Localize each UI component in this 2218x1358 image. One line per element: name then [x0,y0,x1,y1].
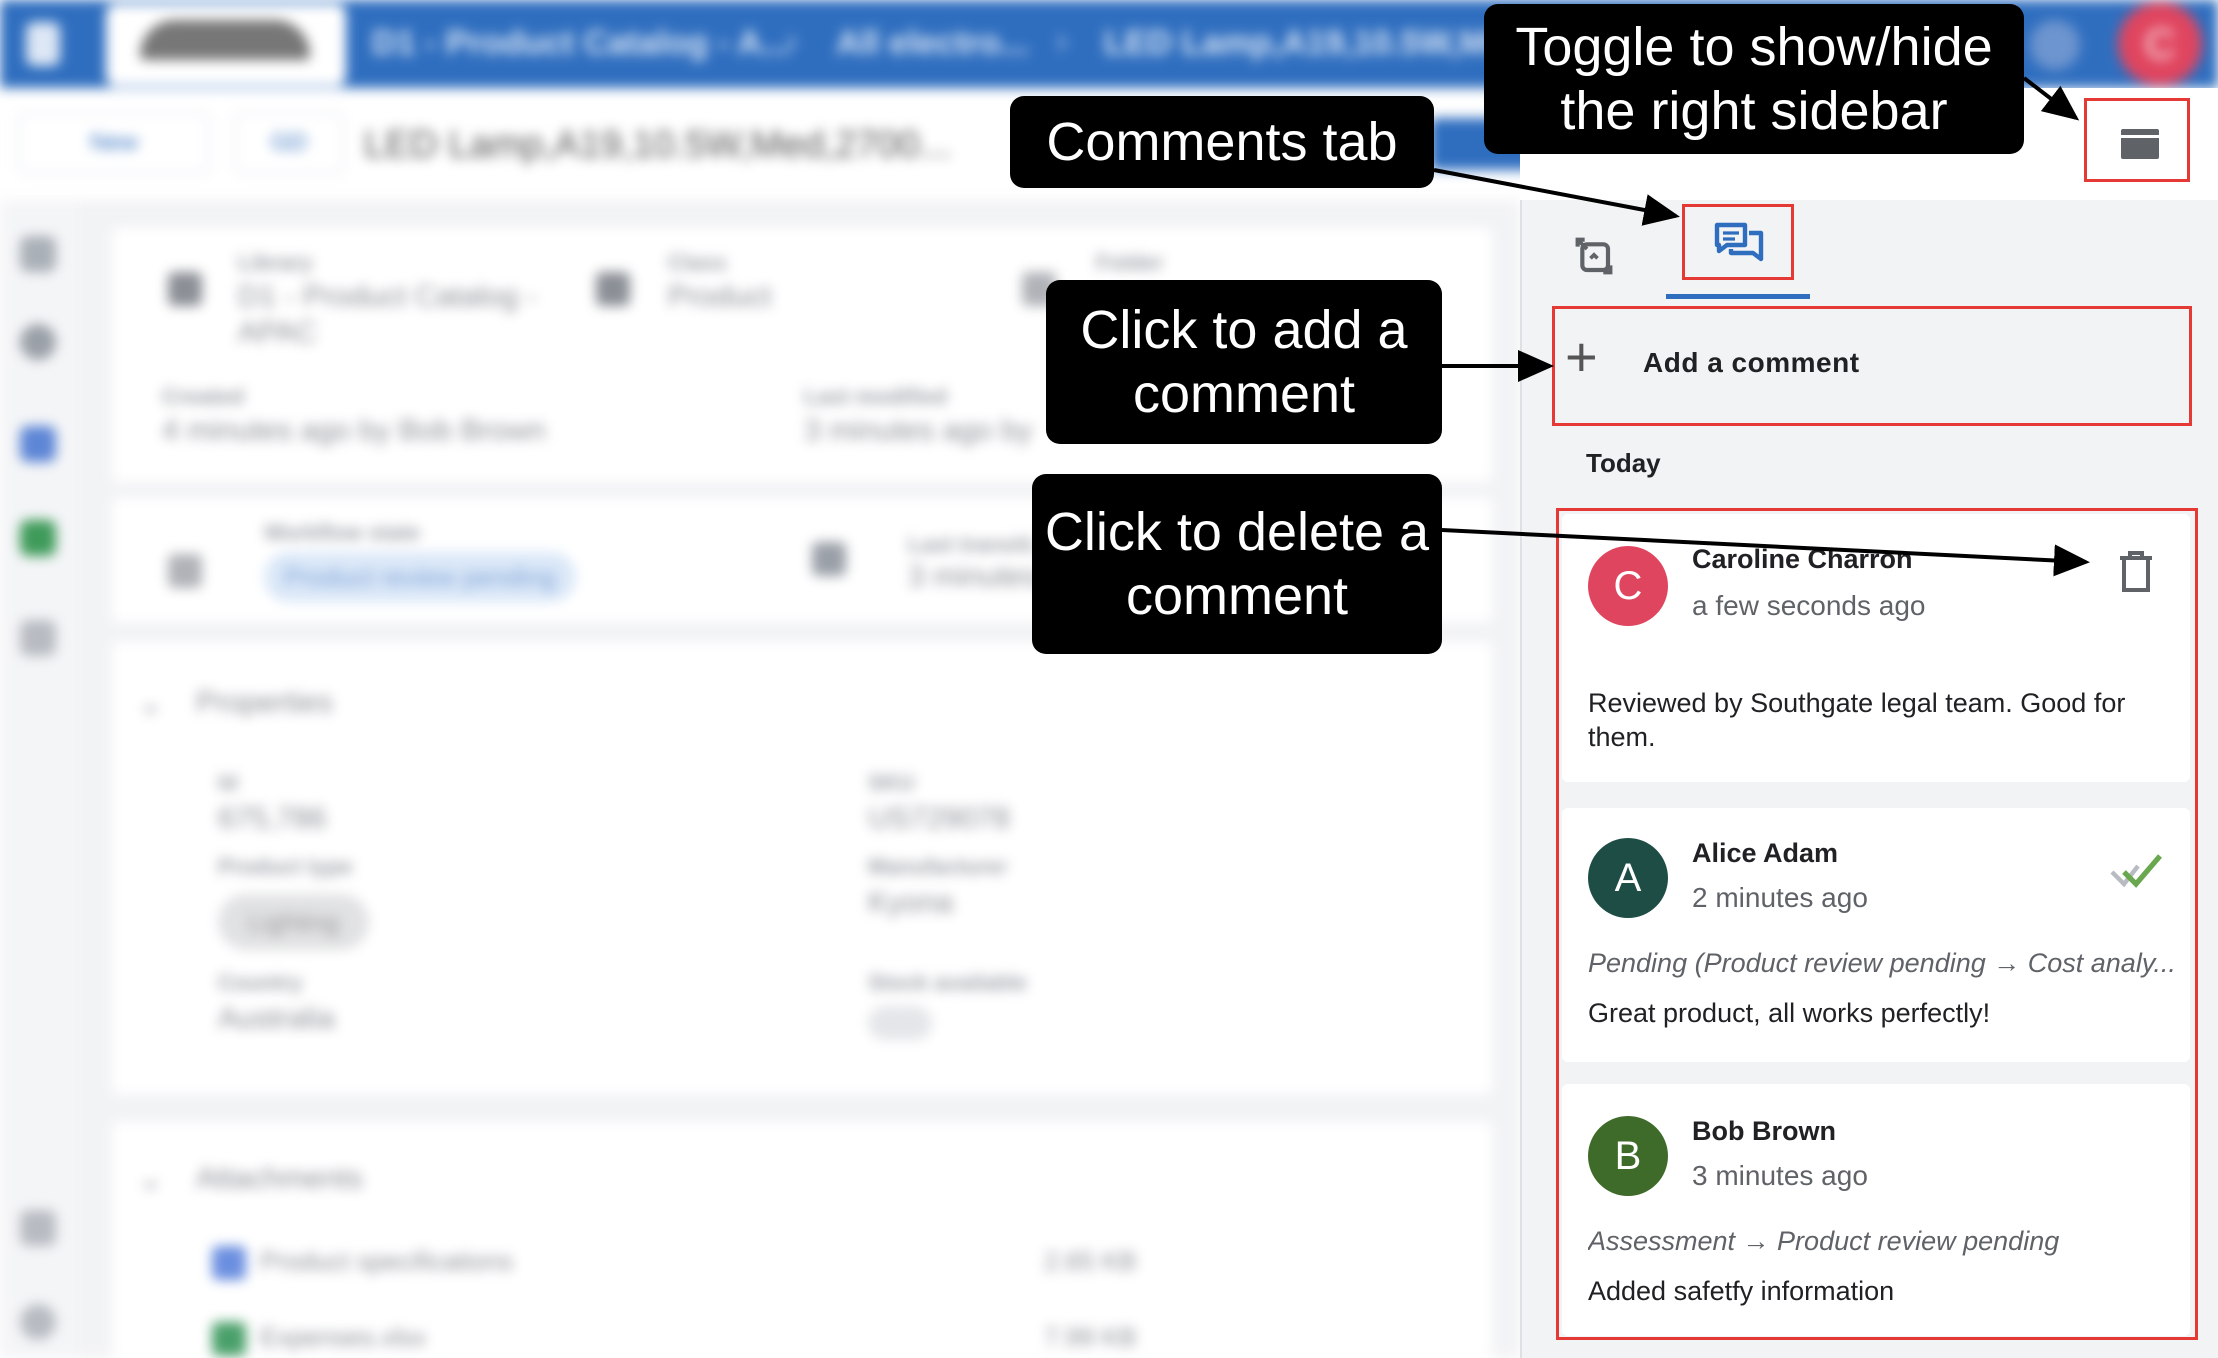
plus-icon[interactable] [20,620,56,656]
class-value: Product [668,280,772,313]
avatar: B [1588,1116,1668,1196]
class-label: Class [668,250,727,275]
date-group-label: Today [1586,448,1661,478]
attachments-card: ⌄ Attachments Product specifications 2.6… [112,1122,1492,1358]
chevron-right-icon: › [786,22,798,60]
sidebar-toggle-button[interactable] [2084,98,2190,182]
comment-text: Reviewed by Southgate legal team. Good f… [1588,688,2126,752]
check-icon [2110,854,2162,888]
comment-time: 3 minutes ago [1692,1160,1868,1191]
stock-label: Stock available [868,970,1027,995]
last-transition-value: 3 minutes [908,560,1039,593]
stock-toggle[interactable] [868,1006,932,1040]
manufacturer-label: Manufacturer [868,854,1008,879]
modified-label: Last modified [804,384,948,409]
comment-author: Alice Adam [1692,838,1839,868]
callout-delete-comment: Click to delete a comment [1032,474,1442,654]
comment-time: a few seconds ago [1692,590,1926,621]
comments-tab[interactable] [1682,204,1794,280]
country-value: Australia [218,1002,335,1035]
delete-comment-button[interactable] [2116,550,2156,594]
comment-author: Bob Brown [1692,1116,1836,1146]
product-type-chip: Lighting [218,894,370,950]
modified-value: 3 minutes ago by [804,414,1033,447]
sidebar-tabs [1520,200,2218,300]
workflow-icon [168,554,202,588]
comment-card: A Alice Adam 2 minutes ago Pending (Prod… [1562,808,2190,1062]
sku-value: US729078 [868,802,1010,835]
resolved-check[interactable] [2108,850,2164,890]
comments-icon [1714,222,1764,262]
panel-toggle-icon [2121,129,2159,159]
chevron-right-icon: › [1056,22,1068,60]
attachment-size: 7.99 KB [1044,1322,1137,1352]
sheet-icon[interactable] [20,520,56,556]
attachment-icon[interactable] [20,1210,56,1246]
attachment-name[interactable]: Expenses.xlsx [260,1322,426,1353]
add-comment-label: Add a comment [1643,347,1860,378]
history-tab[interactable] [1566,228,1622,284]
callout-toggle-sidebar: Toggle to show/hide the right sidebar [1484,4,2024,154]
attachment-name[interactable]: Product specifications [260,1246,513,1277]
created-value: 4 minutes ago by Bob Brown [162,414,546,447]
comment-card: C Caroline Charron a few seconds ago Rev… [1562,514,2190,782]
workflow-transition: Pending (Product review pending → Cost a… [1588,948,2176,978]
document-title: LED Lamp,A19,10.5W,Med,2700... [364,124,952,166]
breadcrumb-library[interactable]: D1 - Product Catalog - A... [372,24,790,63]
properties-heading: Properties [196,686,333,719]
sheet-icon [212,1322,246,1356]
transition-icon [812,542,846,576]
attachments-heading: Attachments [196,1162,363,1195]
breadcrumb-document[interactable]: LED Lamp,A19,10.5W,Me... [1104,24,1535,63]
user-avatar[interactable]: C [2118,2,2202,86]
callout-comments-tab: Comments tab [1010,96,1434,188]
id-field-label: Id [218,770,238,795]
workflow-label: Workflow state [264,520,421,545]
callout-add-comment: Click to add a comment [1046,280,1442,444]
properties-card: ⌄ Properties Id 675,786 SKU US729078 Pro… [112,642,1492,1094]
history-icon [1575,237,1613,275]
library-label: Library [238,250,313,275]
id-button[interactable]: GD [234,112,344,174]
collapse-icon[interactable]: ⌄ [138,1162,163,1197]
expand-icon[interactable] [20,236,56,272]
comment-text: Added safetfy information [1588,1276,1895,1306]
attachment-size: 2.65 KB [1044,1246,1137,1276]
id-field-value: 675,786 [218,802,327,835]
sku-label: SKU [868,770,915,795]
comment-time: 2 minutes ago [1692,882,1868,913]
library-icon [168,272,202,306]
info-icon[interactable] [20,324,56,360]
country-label: Country [218,970,303,995]
left-rail [0,200,78,1358]
manufacturer-value: Kyona [868,886,954,919]
new-button[interactable]: New [18,112,210,174]
library-value-cont: APAC [238,316,318,349]
doc-icon[interactable] [20,426,56,462]
collapse-icon[interactable]: ⌄ [138,686,163,721]
product-type-label: Product type [218,854,353,879]
active-tab-indicator [1666,294,1810,299]
class-icon [596,272,630,306]
created-label: Created [162,384,244,409]
folder-label: Folder [1096,250,1164,275]
last-transition-label: Last transiti... [908,532,1052,557]
avatar: A [1588,838,1668,918]
workflow-transition: Assessment → Product review pending [1588,1226,2060,1256]
avatar: C [1588,546,1668,626]
add-comment-button[interactable]: + Add a comment [1552,306,2192,426]
workflow-state-chip[interactable]: Product review pending [264,552,576,602]
doc-icon [212,1246,246,1280]
comment-text: Great product, all works perfectly! [1588,998,1991,1028]
library-value: D1 - Product Catalog - [238,280,537,313]
breadcrumb-folder[interactable]: All electro... [836,24,1029,63]
logo-mark [140,20,310,60]
plus-icon: + [1565,325,1598,388]
comment-author: Caroline Charron [1692,544,1913,574]
settings-icon[interactable] [20,1304,56,1340]
trash-icon [2120,551,2152,592]
comment-card: B Bob Brown 3 minutes ago Assessment → P… [1562,1084,2190,1336]
app-menu-icon[interactable] [26,22,60,66]
help-icon[interactable] [2030,20,2080,70]
